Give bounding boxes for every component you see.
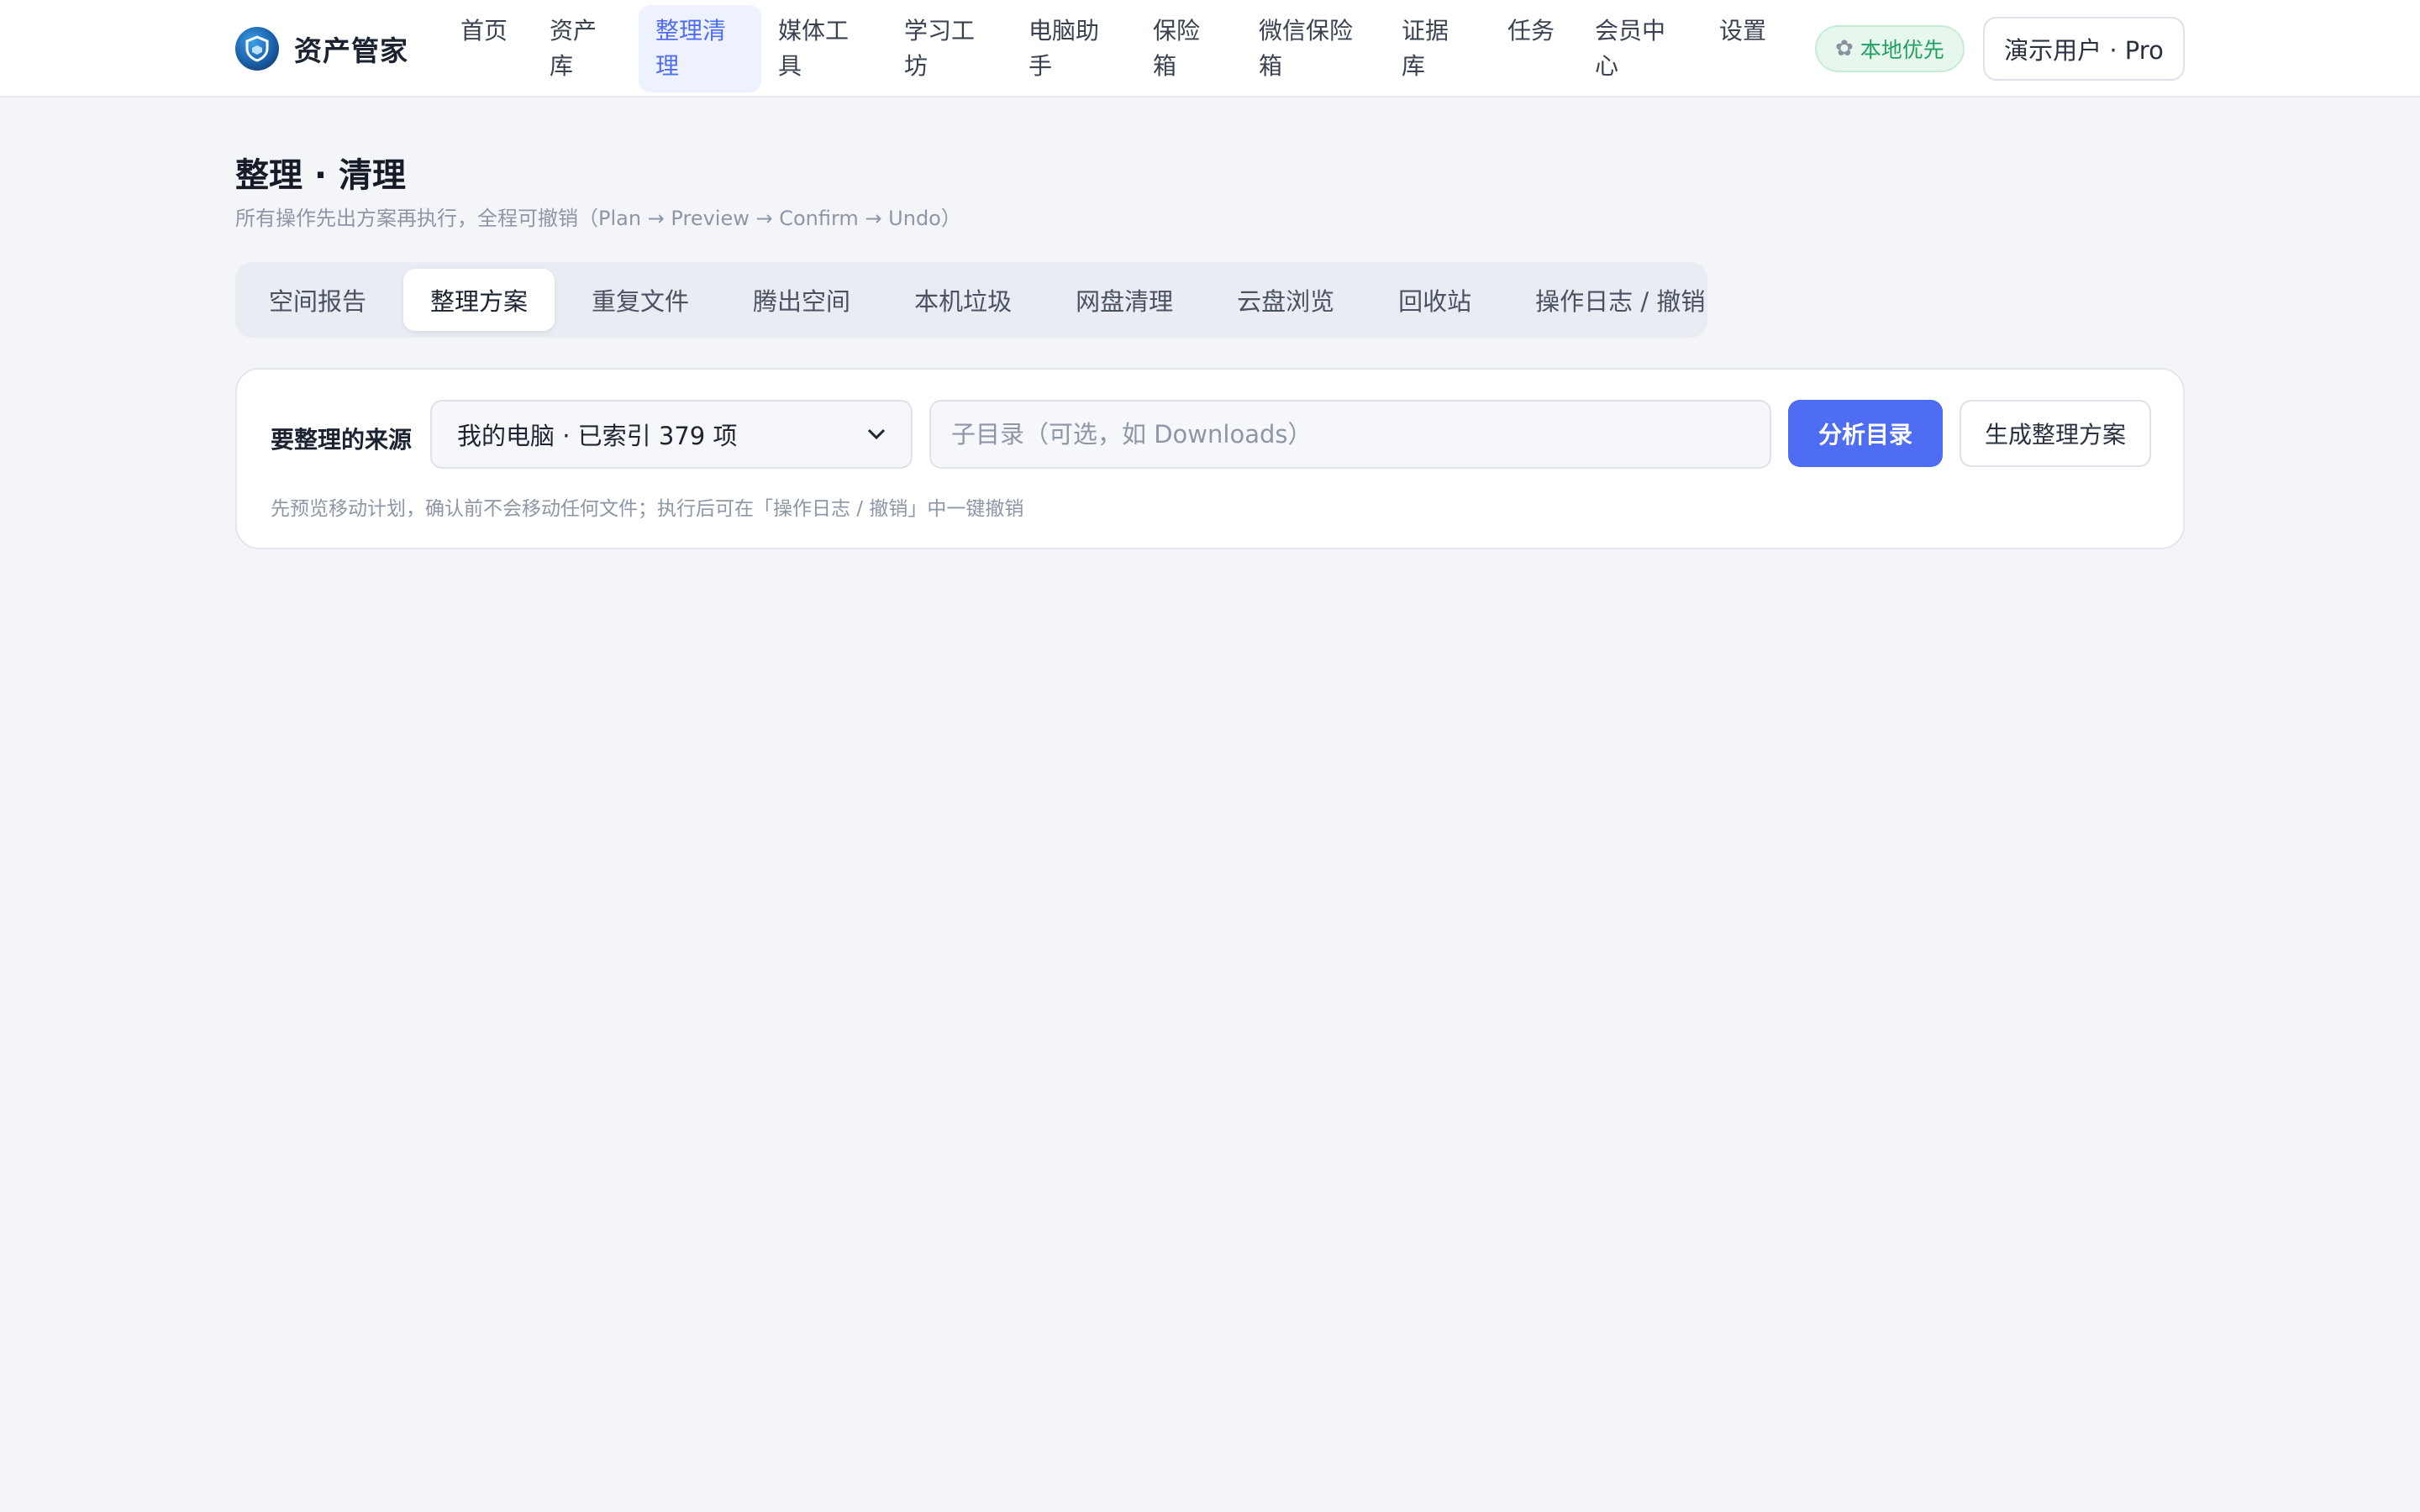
tab-free-space[interactable]: 腾出空间 bbox=[726, 269, 877, 331]
nav-item-learning-workshop[interactable]: 学习工坊 bbox=[887, 5, 1012, 92]
nav-item-settings[interactable]: 设置 bbox=[1702, 5, 1790, 92]
nav-item-tasks[interactable]: 任务 bbox=[1491, 5, 1578, 92]
generate-plan-button[interactable]: 生成整理方案 bbox=[1960, 400, 2151, 467]
local-first-label: 本地优先 bbox=[1860, 38, 1944, 62]
preview-hint: 先预览移动计划，确认前不会移动任何文件；执行后可在「操作日志 / 撤销」中一键撤… bbox=[271, 498, 1024, 520]
nav-item-vault[interactable]: 保险箱 bbox=[1136, 5, 1242, 92]
nav-item-wechat-vault[interactable]: 微信保险箱 bbox=[1242, 5, 1385, 92]
tab-cloud-drive-cleanup[interactable]: 网盘清理 bbox=[1049, 269, 1200, 331]
page-subtitle: 所有操作先出方案再执行，全程可撤销（Plan → Preview → Confi… bbox=[235, 207, 961, 230]
tab-duplicate-files[interactable]: 重复文件 bbox=[565, 269, 716, 331]
nav-item-asset-library[interactable]: 资产库 bbox=[533, 5, 639, 92]
nav-item-membership[interactable]: 会员中心 bbox=[1578, 5, 1702, 92]
nav-item-label: 首页 bbox=[460, 17, 508, 45]
brand-name: 资产管家 bbox=[294, 34, 408, 67]
nav-item-pc-assistant[interactable]: 电脑助手 bbox=[1012, 5, 1136, 92]
gear-icon: ✿ bbox=[1835, 36, 1854, 61]
nav-item-label: 任务 bbox=[1507, 17, 1555, 45]
subdirectory-input[interactable] bbox=[929, 400, 1771, 469]
nav-item-label: 资产库 bbox=[550, 17, 597, 80]
chevron-down-icon bbox=[867, 424, 886, 445]
organize-tabs: 空间报告 整理方案 重复文件 腾出空间 本机垃圾 网盘清理 云盘浏览 回收站 操… bbox=[235, 262, 1707, 338]
user-menu-button[interactable]: 演示用户 · Pro bbox=[1983, 17, 2185, 81]
nav-item-label: 会员中心 bbox=[1595, 17, 1666, 80]
shield-logo-icon bbox=[235, 27, 279, 71]
source-select-value: 我的电脑 · 已索引 379 项 bbox=[457, 422, 738, 450]
tab-local-junk[interactable]: 本机垃圾 bbox=[887, 269, 1039, 331]
nav-item-media-tools[interactable]: 媒体工具 bbox=[761, 5, 887, 92]
nav-item-label: 微信保险箱 bbox=[1259, 17, 1354, 80]
nav-item-label: 保险箱 bbox=[1153, 17, 1201, 80]
nav-item-label: 设置 bbox=[1719, 17, 1767, 45]
source-select[interactable]: 我的电脑 · 已索引 379 项 bbox=[430, 400, 913, 469]
source-label: 要整理的来源 bbox=[271, 426, 413, 454]
tab-space-report[interactable]: 空间报告 bbox=[242, 269, 393, 331]
brand[interactable]: 资产管家 bbox=[235, 25, 408, 72]
nav-item-label: 电脑助手 bbox=[1028, 17, 1100, 80]
tab-organize-plan[interactable]: 整理方案 bbox=[403, 269, 555, 331]
analyze-directory-button[interactable]: 分析目录 bbox=[1788, 400, 1943, 467]
tab-cloud-browse[interactable]: 云盘浏览 bbox=[1210, 269, 1361, 331]
nav-item-organize-clean[interactable]: 整理清理 bbox=[639, 5, 761, 92]
nav-item-label: 媒体工具 bbox=[778, 17, 850, 80]
nav-item-home[interactable]: 首页 bbox=[444, 5, 533, 92]
main-nav: 首页 资产库 整理清理 媒体工具 学习工坊 电脑助手 保险箱 微信保险箱 证据库… bbox=[444, 5, 1790, 92]
nav-item-label: 整理清理 bbox=[655, 17, 727, 80]
nav-item-evidence-library[interactable]: 证据库 bbox=[1385, 5, 1491, 92]
tab-operation-log-undo[interactable]: 操作日志 / 撤销 bbox=[1508, 269, 1732, 331]
top-navigation-bar: 资产管家 首页 资产库 整理清理 媒体工具 学习工坊 电脑助手 保险箱 微信保险… bbox=[0, 0, 2420, 97]
nav-item-label: 学习工坊 bbox=[904, 17, 976, 80]
page-title: 整理 · 清理 bbox=[235, 156, 407, 195]
local-first-badge: ✿ 本地优先 bbox=[1815, 25, 1965, 72]
nav-item-label: 证据库 bbox=[1402, 17, 1449, 80]
organize-source-card: 要整理的来源 我的电脑 · 已索引 379 项 分析目录 生成整理方案 先预览移… bbox=[235, 368, 2185, 549]
tab-recycle-bin[interactable]: 回收站 bbox=[1371, 269, 1498, 331]
